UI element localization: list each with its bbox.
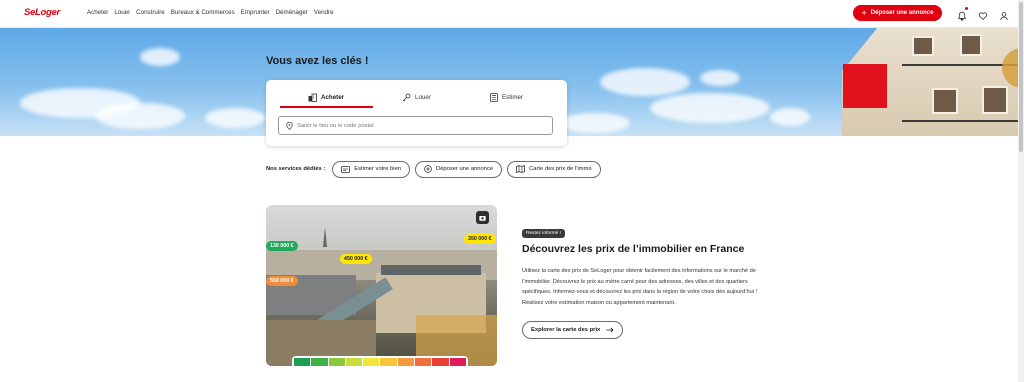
price-tag-yellow-2: 350 000 € xyxy=(464,234,496,244)
deposer-annonce-button[interactable]: + Déposer une annonce xyxy=(853,5,942,21)
page-scrollbar[interactable] xyxy=(1018,0,1024,382)
nav-construire[interactable]: Construire xyxy=(136,9,165,16)
scrollbar-thumb[interactable] xyxy=(1019,2,1023,152)
nav-vendre[interactable]: Vendre xyxy=(314,9,334,16)
tab-louer[interactable]: Louer xyxy=(402,88,431,106)
scale-swatch xyxy=(363,358,380,366)
scale-swatch xyxy=(294,358,311,366)
active-tab-indicator xyxy=(280,106,373,108)
camera-icon[interactable] xyxy=(476,211,489,224)
brand-square xyxy=(843,64,887,108)
scale-swatch xyxy=(328,358,345,366)
main-nav: Acheter Louer Construire Bureaux & Comme… xyxy=(87,9,334,16)
carte-prix-label: Carte des prix de l’immo xyxy=(529,166,592,172)
heart-icon[interactable] xyxy=(978,8,988,20)
scale-swatch xyxy=(311,358,328,366)
explorer-carte-label: Explorer la carte des prix xyxy=(531,327,601,333)
estimer-bien-button[interactable]: Estimer votre bien xyxy=(332,160,411,178)
seloger-logo[interactable]: SeLoger xyxy=(24,7,60,18)
services-bar: Nos services dédiés : Estimer votre bien… xyxy=(266,160,601,178)
scale-swatch xyxy=(380,358,397,366)
search-card: Acheter Louer Estimer Saisir le lieu ou … xyxy=(266,80,567,146)
top-header: SeLoger Acheter Louer Construire Bureaux… xyxy=(0,0,1018,28)
carte-prix-button[interactable]: Carte des prix de l’immo xyxy=(507,160,601,178)
calculator-icon xyxy=(490,92,498,102)
nav-acheter[interactable]: Acheter xyxy=(87,9,108,16)
scale-swatch xyxy=(397,358,415,366)
tab-acheter-label: Acheter xyxy=(321,93,345,101)
services-label: Nos services dédiés : xyxy=(266,166,326,172)
map-icon xyxy=(516,165,525,173)
tab-estimer-label: Estimer xyxy=(502,93,523,101)
plus-icon: + xyxy=(861,7,867,18)
arrow-right-icon xyxy=(606,327,614,333)
nav-louer[interactable]: Louer xyxy=(114,9,130,16)
plus-circle-icon xyxy=(424,165,432,173)
search-placeholder: Saisir le lieu ou le code postal xyxy=(297,122,374,129)
user-icon[interactable] xyxy=(999,8,1009,21)
nav-demenager[interactable]: Déménager xyxy=(276,9,308,16)
tab-acheter[interactable]: Acheter xyxy=(308,88,344,106)
price-color-scale xyxy=(292,356,468,366)
building-icon xyxy=(308,93,317,102)
price-tag-green: 130 000 € xyxy=(266,241,298,251)
estimer-bien-label: Estimer votre bien xyxy=(354,166,402,172)
scale-swatch xyxy=(415,358,432,366)
tab-estimer[interactable]: Estimer xyxy=(490,88,523,106)
key-icon xyxy=(402,93,411,101)
eiffel-tower-shape xyxy=(323,227,327,247)
hero-title: Vous avez les clés ! xyxy=(266,55,369,67)
notification-dot xyxy=(965,7,968,10)
search-input[interactable]: Saisir le lieu ou le code postal xyxy=(278,116,553,135)
scale-swatch xyxy=(432,358,449,366)
promo-title: Découvrez les prix de l’immobilier en Fr… xyxy=(522,243,745,255)
nav-emprunter[interactable]: Emprunter xyxy=(241,9,270,16)
bell-icon[interactable] xyxy=(957,7,968,21)
scale-swatch xyxy=(449,358,466,366)
location-pin-icon xyxy=(286,121,293,130)
price-tag-yellow: 450 000 € xyxy=(340,254,372,264)
deposer-annonce-pill[interactable]: Déposer une annonce xyxy=(415,160,503,178)
tab-louer-label: Louer xyxy=(415,93,431,101)
deposer-annonce-label: Déposer une annonce xyxy=(870,10,934,16)
explorer-carte-button[interactable]: Explorer la carte des prix xyxy=(522,321,624,339)
scale-swatch xyxy=(345,358,363,366)
price-tag-orange: 550 000 € xyxy=(266,276,298,286)
nav-bureaux-commerces[interactable]: Bureaux & Commerces xyxy=(171,9,235,16)
restez-informe-badge: Restez informé ! xyxy=(522,229,565,238)
deposer-annonce-pill-label: Déposer une annonce xyxy=(436,166,494,172)
estimate-icon xyxy=(341,166,351,173)
paris-price-map-image: 130 000 € 450 000 € 550 000 € 350 000 € xyxy=(266,205,497,366)
promo-description: Utilisez la carte des prix de SeLoger po… xyxy=(522,268,758,306)
